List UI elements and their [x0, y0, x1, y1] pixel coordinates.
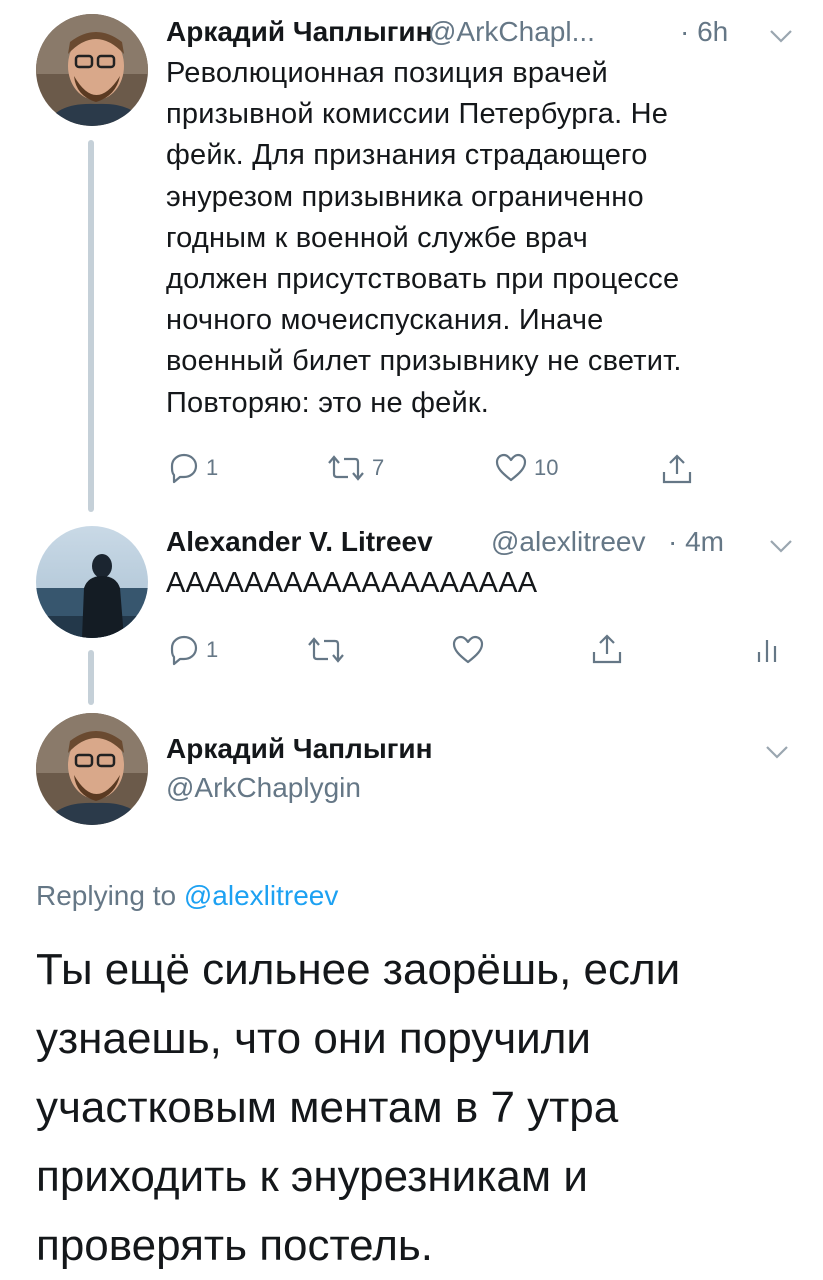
- tweet3-line: Ты ещё сильнее заорёшь, если: [36, 945, 681, 994]
- reply-icon: [170, 453, 198, 484]
- chevron-down-icon[interactable]: [768, 28, 794, 44]
- thread-connector-line: [88, 650, 94, 705]
- tweet1-line: ночного мочеиспускания. Иначе: [166, 304, 604, 337]
- tweet2-author-handle[interactable]: @alexlitreev: [491, 526, 645, 558]
- tweet3-text: Ты ещё сильнее заорёшь, если узнаешь, чт…: [36, 935, 796, 1280]
- tweet1-line: энурезом призывника ограниченно: [166, 180, 644, 213]
- tweet2-like-button[interactable]: [451, 634, 485, 666]
- retweet-icon: [308, 637, 344, 663]
- thread-connector-line: [88, 140, 94, 512]
- avatar-arkchaplygin[interactable]: [36, 14, 148, 126]
- tweet1-line: годным к военной службе врач: [166, 221, 588, 254]
- like-icon: [495, 453, 527, 482]
- avatar-alexlitreev[interactable]: [36, 526, 148, 638]
- tweet2-author-name[interactable]: Alexander V. Litreev: [166, 526, 433, 558]
- share-icon: [592, 634, 622, 664]
- retweet-icon: [328, 455, 364, 481]
- analytics-icon: [757, 640, 777, 662]
- chevron-down-icon[interactable]: [768, 538, 794, 554]
- tweet1-author-handle[interactable]: @ArkChapl...: [428, 16, 595, 48]
- tweet1-text: Революционная позиция врачей призывной к…: [166, 53, 806, 424]
- tweet1-retweet-button[interactable]: 7: [326, 452, 384, 484]
- tweet1-timestamp[interactable]: · 6h: [680, 16, 728, 48]
- avatar-arkchaplygin[interactable]: [36, 713, 148, 825]
- tweet2-reply-button[interactable]: 1: [166, 634, 218, 666]
- tweet3-line: проверять постель.: [36, 1221, 434, 1270]
- tweet1-retweet-count: 7: [372, 455, 385, 480]
- tweet1-line: Повторяю: это не фейк.: [166, 386, 490, 419]
- replying-to-label: Replying to: [36, 880, 177, 911]
- tweet1-line: призывной комиссии Петербурга. Не: [166, 98, 669, 131]
- reply-icon: [170, 635, 198, 666]
- tweet1-like-count: 10: [534, 455, 559, 480]
- share-icon: [662, 454, 692, 484]
- tweet1-line: Революционная позиция врачей: [166, 57, 608, 89]
- tweet1-author-name[interactable]: Аркадий Чаплыгин: [166, 16, 433, 48]
- tweet1-line: должен присутствовать при процессе: [166, 263, 680, 296]
- tweet1-reply-count: 1: [206, 455, 219, 480]
- replying-to-mention[interactable]: @alexlitreev: [184, 880, 338, 911]
- tweet1-line: военный билет призывнику не светит.: [166, 345, 682, 378]
- tweet3-line: приходить к энурезникам и: [36, 1152, 588, 1201]
- tweet2-timestamp[interactable]: · 4m: [668, 526, 724, 558]
- tweet2-reply-count: 1: [206, 637, 219, 662]
- tweet1-share-button[interactable]: [660, 452, 694, 486]
- replying-to-line: Replying to @alexlitreev: [36, 880, 338, 912]
- tweet1-reply-button[interactable]: 1: [166, 452, 218, 484]
- tweet1-line: фейк. Для признания страдающего: [166, 139, 648, 172]
- tweet2-share-button[interactable]: [590, 632, 624, 666]
- tweet2-text: ААААААААААААААААААА: [166, 567, 538, 599]
- tweet3-line: узнаешь, что они поручили: [36, 1014, 591, 1063]
- tweet1-like-button[interactable]: 10: [494, 452, 558, 484]
- like-icon: [452, 635, 484, 664]
- tweet3-author-handle[interactable]: @ArkChaplygin: [166, 772, 361, 804]
- tweet2-analytics-button[interactable]: [752, 634, 782, 664]
- tweet2-retweet-button[interactable]: [306, 634, 346, 666]
- chevron-down-icon[interactable]: [764, 744, 790, 760]
- tweet3-line: участковым ментам в 7 утра: [36, 1083, 619, 1132]
- tweet3-author-name[interactable]: Аркадий Чаплыгин: [166, 733, 433, 765]
